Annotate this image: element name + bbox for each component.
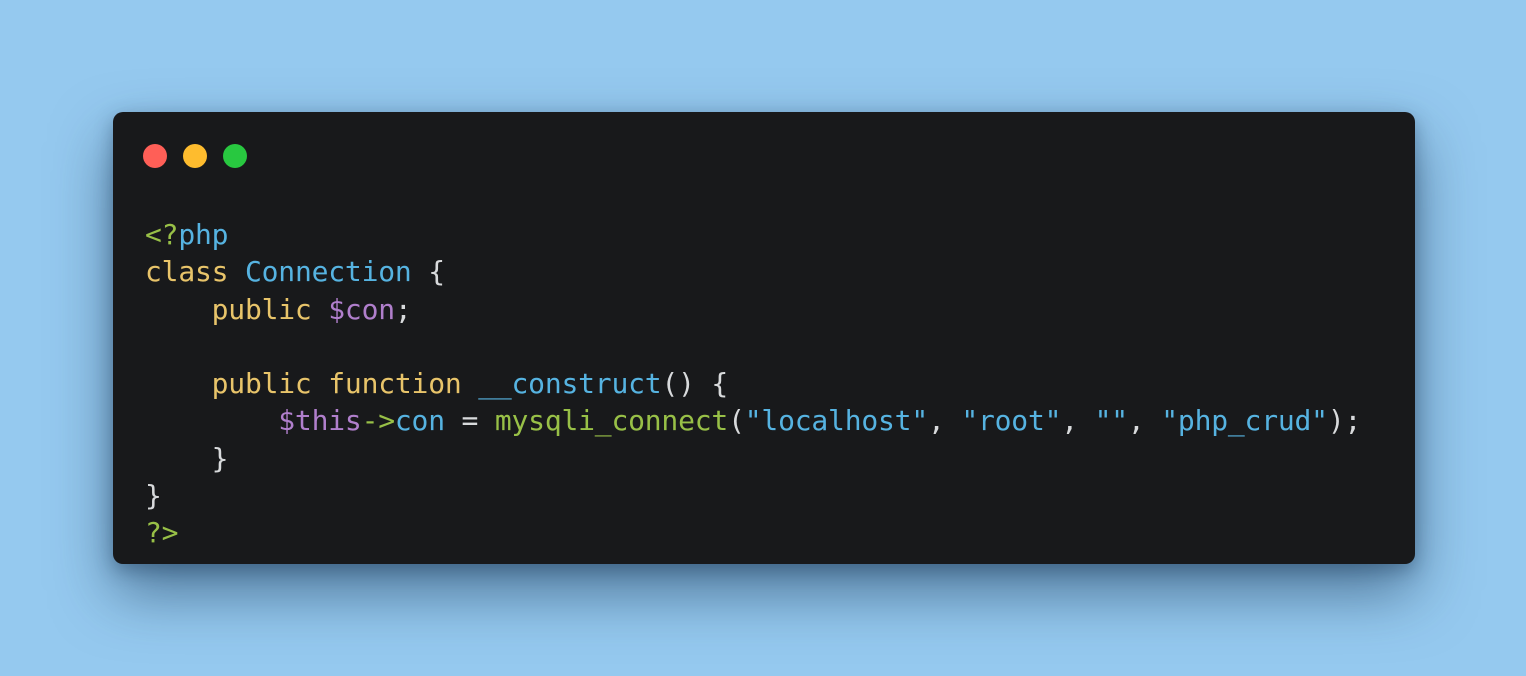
- class-keyword: class: [145, 255, 229, 289]
- code-line-4: [145, 328, 1361, 365]
- code-block: <?php class Connection { public $con; pub…: [145, 216, 1361, 552]
- class-name: Connection: [244, 255, 412, 289]
- public-keyword: public: [211, 367, 312, 401]
- property-variable: $con: [328, 292, 395, 326]
- public-keyword: public: [211, 292, 312, 326]
- code-line-1: <?php: [145, 216, 1361, 253]
- comma: ,: [1127, 404, 1162, 438]
- php-close-tag: ?>: [145, 516, 179, 550]
- comma: ,: [927, 404, 962, 438]
- string-arg-database: "php_crud": [1161, 404, 1328, 438]
- close-paren-semicolon: );: [1327, 404, 1362, 438]
- code-line-3: public $con;: [145, 291, 1361, 328]
- semicolon: ;: [394, 292, 412, 326]
- open-paren: (: [728, 404, 745, 438]
- code-line-9: ?>: [145, 514, 1361, 551]
- open-brace: {: [428, 255, 445, 289]
- blank: [145, 330, 162, 363]
- code-window: <?php class Connection { public $con; pub…: [113, 112, 1415, 564]
- minimize-dot[interactable]: [183, 144, 207, 168]
- close-brace: }: [211, 441, 229, 475]
- string-arg-host: "localhost": [744, 404, 928, 438]
- close-brace: }: [145, 479, 162, 513]
- code-line-7: }: [145, 440, 1361, 477]
- constructor-name: __construct: [478, 367, 662, 401]
- maximize-dot[interactable]: [223, 144, 247, 168]
- this-variable: $this: [278, 404, 362, 438]
- string-arg-user: "root": [961, 404, 1062, 438]
- function-keyword: function: [328, 367, 462, 401]
- code-line-2: class Connection {: [145, 253, 1361, 290]
- php-open-tag-keyword: php: [178, 218, 229, 251]
- assign-operator: =: [444, 404, 495, 438]
- property-name: con: [394, 404, 445, 438]
- comma: ,: [1061, 404, 1095, 438]
- code-line-6: $this->con = mysqli_connect("localhost",…: [145, 402, 1361, 439]
- function-call: mysqli_connect: [494, 404, 729, 438]
- php-open-tag-bracket: <?: [145, 218, 179, 251]
- parens-brace: () {: [661, 367, 729, 401]
- code-line-5: public function __construct() {: [145, 365, 1361, 402]
- window-controls: [143, 144, 247, 168]
- arrow-operator: ->: [361, 404, 396, 438]
- code-line-8: }: [145, 477, 1361, 514]
- close-dot[interactable]: [143, 144, 167, 168]
- string-arg-password: "": [1094, 404, 1129, 438]
